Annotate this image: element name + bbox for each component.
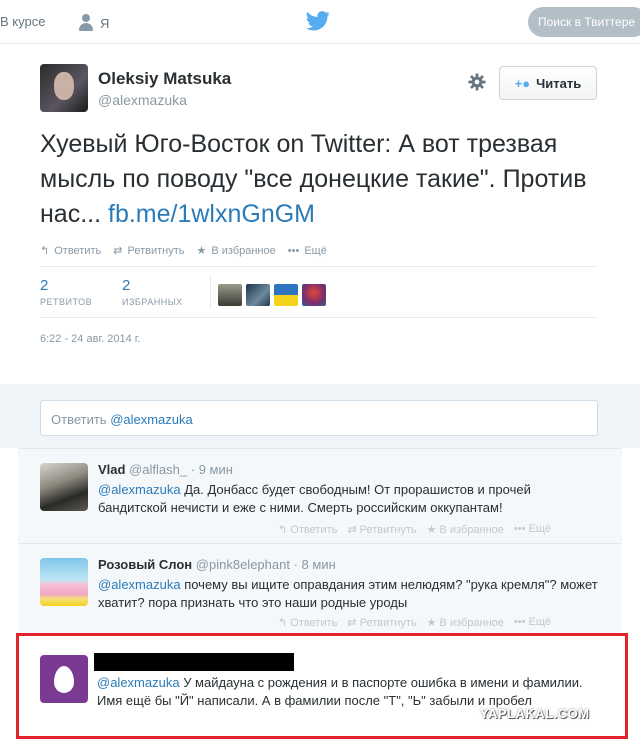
- highlighted-reply[interactable]: @alexmazuka У майдауна с рождения и в па…: [16, 633, 628, 739]
- reply-time[interactable]: 9 мин: [199, 462, 233, 477]
- tweet-text: Хуевый Юго-Восток on Twitter: А вот трез…: [40, 127, 600, 232]
- reply-header: Розовый Слон @pink8elephant · 8 мин: [98, 557, 336, 572]
- tweet-link[interactable]: fb.me/1wlxnGnGM: [108, 200, 315, 228]
- retweet-action[interactable]: ⇄ Ретвитнуть: [113, 244, 185, 258]
- redacted-author-name: [94, 653, 294, 671]
- follow-person-plus-icon: +●: [514, 75, 531, 91]
- favorites-label: ИЗБРАННЫХ: [122, 297, 183, 307]
- reply-mention[interactable]: @alexmazuka: [98, 482, 181, 497]
- reply-action[interactable]: ↰ Ответить: [278, 616, 337, 629]
- reply-separator: ·: [293, 557, 298, 572]
- follow-button[interactable]: +● Читать: [499, 66, 597, 100]
- nav-home-link[interactable]: В курсе: [0, 14, 45, 29]
- reply-label: Ответить: [54, 244, 102, 257]
- reply-time[interactable]: 8 мин: [302, 557, 336, 572]
- favorites-stat[interactable]: 2 ИЗБРАННЫХ: [122, 277, 183, 307]
- list-item[interactable]: Розовый Слон @pink8elephant · 8 мин @ale…: [18, 543, 622, 633]
- gear-icon[interactable]: [468, 73, 486, 91]
- favoriter-avatar[interactable]: [218, 284, 242, 306]
- reply-text: @alexmazuka У майдауна с рождения и в па…: [97, 674, 597, 710]
- favorite-action[interactable]: ★ В избранное: [196, 244, 276, 258]
- tweet-stats: 2 РЕТВИТОВ 2 ИЗБРАННЫХ: [40, 266, 598, 318]
- author-handle[interactable]: @alexmazuka: [98, 92, 187, 108]
- reply-input[interactable]: Ответить @alexmazuka: [40, 400, 598, 436]
- follow-button-label: Читать: [536, 75, 582, 91]
- retweet-action[interactable]: ⇄ Ретвитнуть: [347, 616, 416, 629]
- reply-mention[interactable]: @alexmazuka: [97, 675, 180, 690]
- favorite-action[interactable]: ★ В избранное: [427, 523, 504, 536]
- favoriter-avatar[interactable]: [302, 284, 326, 306]
- reply-actions: ↰ Ответить ⇄ Ретвитнуть ★ В избранное ••…: [278, 523, 551, 536]
- more-label: Ещё: [304, 244, 327, 257]
- retweets-label: РЕТВИТОВ: [40, 297, 93, 307]
- retweets-stat[interactable]: 2 РЕТВИТОВ: [40, 277, 92, 307]
- more-action[interactable]: ••• Ещё: [288, 244, 327, 257]
- reply-text: @alexmazuka почему вы ищите оправдания э…: [98, 576, 598, 612]
- stats-divider: [210, 275, 211, 309]
- reply-text: @alexmazuka Да. Донбасс будет свободным!…: [98, 481, 598, 517]
- reply-avatar[interactable]: [40, 463, 88, 511]
- more-action[interactable]: ••• Ещё: [514, 523, 551, 536]
- favoriters-avatars: [218, 284, 326, 306]
- site-watermark: YAPLAKAL.COM: [480, 706, 590, 721]
- favorites-count: 2: [122, 277, 131, 294]
- retweet-icon: ⇄: [113, 245, 123, 257]
- author-avatar[interactable]: [40, 64, 88, 112]
- tweet-timestamp[interactable]: 6:22 - 24 авг. 2014 г.: [40, 333, 140, 345]
- favorite-label: В избранное: [211, 244, 276, 257]
- favoriter-avatar[interactable]: [246, 284, 270, 306]
- favorite-action[interactable]: ★ В избранное: [427, 616, 504, 629]
- reply-mention[interactable]: @alexmazuka: [98, 577, 181, 592]
- reply-input-mention: @alexmazuka: [110, 412, 193, 427]
- favoriter-avatar[interactable]: [274, 284, 298, 306]
- star-icon: ★: [196, 245, 207, 257]
- reply-separator: ·: [190, 462, 196, 477]
- reply-author-name[interactable]: Vlad: [98, 462, 125, 477]
- author-name[interactable]: Oleksiy Matsuka: [98, 69, 231, 89]
- reply-author-handle[interactable]: @alflash_: [129, 462, 187, 477]
- tweet-card: Oleksiy Matsuka @alexmazuka +● Читать Ху…: [18, 44, 622, 384]
- reply-action[interactable]: ↰ Ответить: [40, 244, 102, 258]
- top-nav: В курсе Я Поиск в Твиттере: [0, 0, 640, 44]
- more-action[interactable]: ••• Ещё: [514, 616, 551, 629]
- retweet-action[interactable]: ⇄ Ретвитнуть: [347, 523, 416, 536]
- retweet-label: Ретвитнуть: [127, 244, 185, 257]
- nav-me-link[interactable]: Я: [78, 14, 109, 32]
- egg-avatar[interactable]: [40, 655, 88, 703]
- reply-action[interactable]: ↰ Ответить: [278, 523, 337, 536]
- reply-input-prefix: Ответить: [51, 412, 111, 427]
- reply-avatar[interactable]: [40, 558, 88, 606]
- more-dots-icon: •••: [287, 244, 300, 257]
- list-item[interactable]: Vlad @alflash_ · 9 мин @alexmazuka Да. Д…: [18, 448, 622, 543]
- egg-icon: [54, 665, 74, 693]
- reply-area: Ответить @alexmazuka: [0, 384, 640, 448]
- reply-icon: ↰: [40, 245, 50, 257]
- nav-me-label: Я: [100, 15, 110, 31]
- reply-actions: ↰ Ответить ⇄ Ретвитнуть ★ В избранное ••…: [278, 616, 551, 629]
- retweets-count: 2: [40, 277, 49, 294]
- person-icon: [78, 14, 94, 32]
- search-input[interactable]: Поиск в Твиттере: [528, 7, 640, 37]
- reply-header: Vlad @alflash_ · 9 мин: [98, 462, 233, 477]
- twitter-bird-icon[interactable]: [306, 10, 330, 32]
- reply-author-name[interactable]: Розовый Слон: [98, 557, 192, 572]
- reply-author-handle[interactable]: @pink8elephant: [196, 557, 290, 572]
- tweet-actions: ↰ Ответить ⇄ Ретвитнуть ★ В избранное ••• Ещ…: [40, 244, 327, 258]
